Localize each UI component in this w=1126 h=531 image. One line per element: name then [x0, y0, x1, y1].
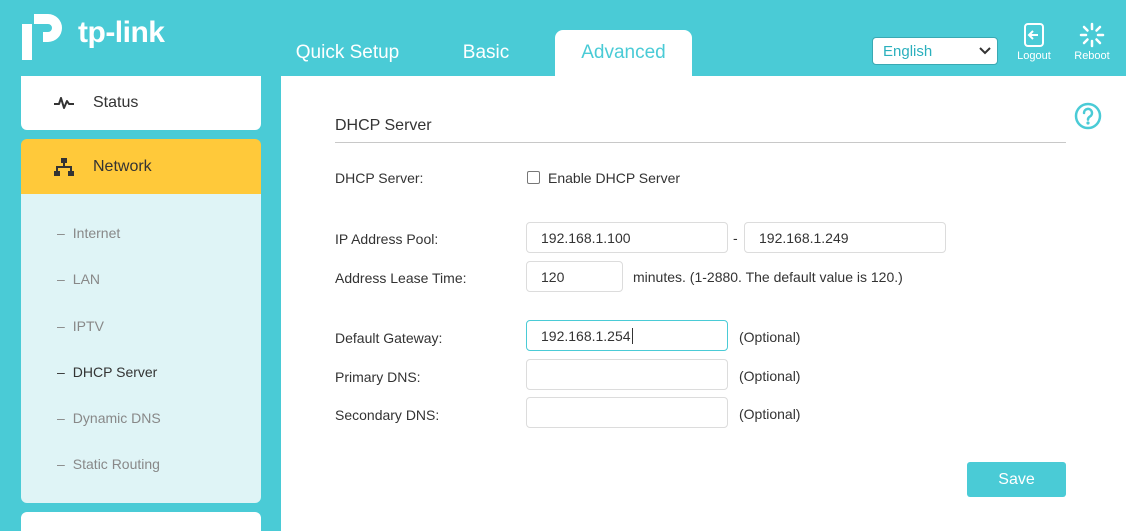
- ip-pool-separator: -: [733, 230, 738, 246]
- reboot-button[interactable]: Reboot: [1069, 22, 1115, 62]
- sidebar-item-label: Status: [93, 94, 139, 111]
- save-button[interactable]: Save: [967, 462, 1066, 497]
- help-button[interactable]: [1074, 102, 1102, 130]
- secondary-dns-input[interactable]: [526, 397, 728, 428]
- tab-quick-setup[interactable]: Quick Setup: [280, 30, 415, 76]
- enable-dhcp-label[interactable]: Enable DHCP Server: [548, 170, 680, 186]
- submenu-item-dhcp-server[interactable]: – DHCP Server: [57, 364, 157, 380]
- default-gateway-input[interactable]: 192.168.1.254: [526, 320, 728, 351]
- tp-link-logo-icon: [22, 14, 62, 60]
- ip-pool-label: IP Address Pool:: [335, 231, 439, 247]
- dash: –: [57, 271, 65, 287]
- primary-dns-input[interactable]: [526, 359, 728, 390]
- section-title: DHCP Server: [335, 117, 432, 134]
- reboot-label: Reboot: [1074, 50, 1110, 62]
- dhcp-server-label: DHCP Server:: [335, 170, 424, 186]
- network-icon: [53, 157, 75, 177]
- sidebar-item-status[interactable]: Status: [21, 76, 261, 130]
- language-value: English: [883, 42, 933, 60]
- logout-icon: [1024, 23, 1044, 47]
- reboot-icon: [1079, 22, 1105, 48]
- submenu-label: DHCP Server: [72, 364, 158, 380]
- tab-basic[interactable]: Basic: [432, 30, 540, 76]
- question-icon: [1074, 102, 1102, 130]
- dash: –: [57, 456, 65, 472]
- submenu-item-dynamic-dns[interactable]: – Dynamic DNS: [57, 410, 161, 426]
- submenu-label: IPTV: [72, 318, 104, 334]
- submenu-label: Dynamic DNS: [72, 410, 161, 426]
- gateway-optional: (Optional): [739, 329, 801, 345]
- dash: –: [57, 225, 65, 241]
- tab-advanced[interactable]: Advanced: [555, 30, 692, 76]
- primary-dns-optional: (Optional): [739, 368, 801, 384]
- sidebar-item-network[interactable]: Network: [21, 139, 261, 194]
- logo-text: tp-link: [78, 16, 165, 49]
- text-caret: [631, 327, 633, 344]
- lease-time-input[interactable]: 120: [526, 261, 623, 292]
- chevron-down-icon: [979, 47, 991, 55]
- logout-button[interactable]: Logout: [1011, 22, 1057, 62]
- submenu-label: Internet: [72, 225, 121, 241]
- sidebar-item-next[interactable]: [21, 512, 261, 531]
- section-divider: [335, 142, 1066, 143]
- submenu-item-internet[interactable]: – Internet: [57, 225, 120, 241]
- tp-link-logo[interactable]: tp-link: [20, 10, 165, 62]
- default-gateway-value: 192.168.1.254: [541, 327, 631, 344]
- language-select[interactable]: English: [872, 37, 998, 65]
- submenu-label: LAN: [72, 271, 101, 287]
- dash: –: [57, 318, 65, 334]
- ip-pool-end-input[interactable]: 192.168.1.249: [744, 222, 946, 253]
- submenu-label: Static Routing: [72, 456, 160, 472]
- dash: –: [57, 364, 65, 380]
- pulse-icon: [53, 95, 75, 111]
- secondary-dns-label: Secondary DNS:: [335, 407, 440, 423]
- enable-dhcp-checkbox[interactable]: [527, 171, 540, 184]
- lease-time-label: Address Lease Time:: [335, 270, 467, 286]
- submenu-item-static-routing[interactable]: – Static Routing: [57, 456, 160, 472]
- logout-label: Logout: [1017, 50, 1051, 62]
- sidebar-item-label: Network: [93, 157, 152, 175]
- submenu-item-iptv[interactable]: – IPTV: [57, 318, 104, 334]
- submenu-item-lan[interactable]: – LAN: [57, 271, 100, 287]
- dash: –: [57, 410, 65, 426]
- ip-pool-start-input[interactable]: 192.168.1.100: [526, 222, 728, 253]
- primary-dns-label: Primary DNS:: [335, 369, 421, 385]
- lease-time-hint: minutes. (1-2880. The default value is 1…: [633, 269, 903, 285]
- default-gateway-label: Default Gateway:: [335, 330, 443, 346]
- secondary-dns-optional: (Optional): [739, 406, 801, 422]
